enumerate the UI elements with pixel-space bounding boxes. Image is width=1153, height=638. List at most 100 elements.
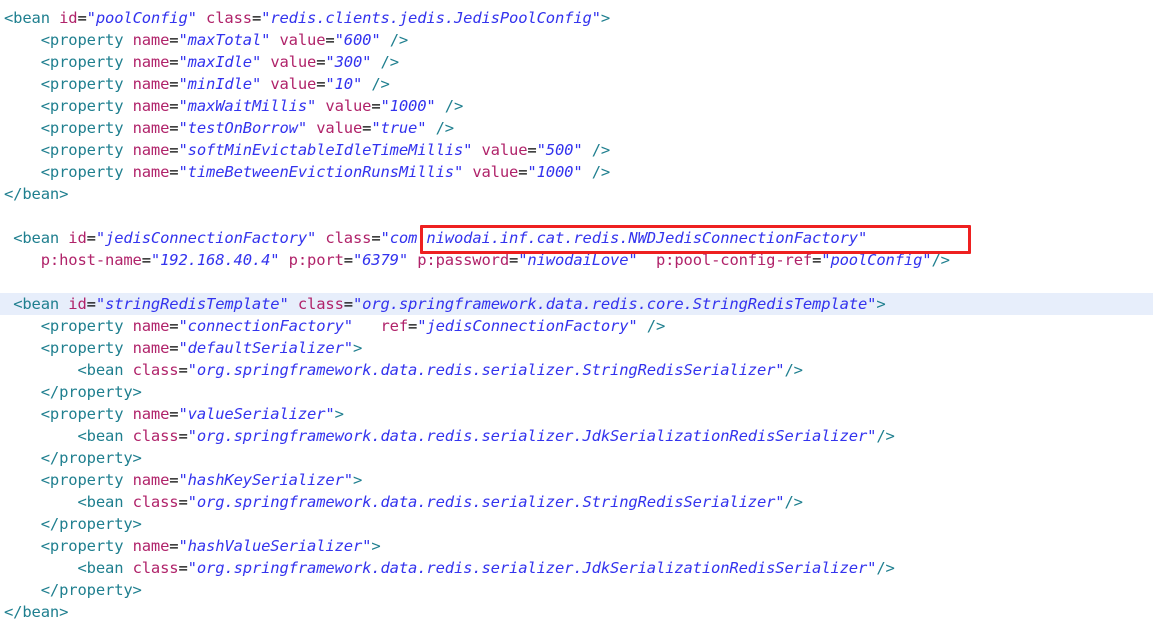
code-editor-view[interactable]: <bean id="poolConfig" class="redis.clien… bbox=[0, 0, 1153, 638]
code-token-val: "com.niwodai.inf.cat.redis.NWDJedisConne… bbox=[380, 229, 868, 247]
code-line[interactable]: <bean class="org.springframework.data.re… bbox=[0, 425, 1153, 447]
code-token-attr: value bbox=[325, 97, 372, 115]
code-line[interactable]: <bean class="org.springframework.data.re… bbox=[0, 359, 1153, 381]
code-token-tag: /> bbox=[444, 97, 464, 115]
code-token-eq bbox=[436, 97, 445, 115]
code-line[interactable]: </bean> bbox=[0, 183, 1153, 205]
code-token-val: "hashKeySerializer" bbox=[178, 471, 353, 489]
code-token-val: "timeBetweenEvictionRunsMillis" bbox=[178, 163, 464, 181]
code-token-attr: name bbox=[132, 471, 170, 489]
code-line[interactable]: <property name="minIdle" value="10" /> bbox=[0, 73, 1153, 95]
code-token-eq bbox=[426, 119, 435, 137]
code-token-tag: /> bbox=[646, 317, 666, 335]
code-token-attr: class bbox=[206, 9, 252, 27]
code-line[interactable]: <property name = "softMinEvictableIdleTime… bbox=[0, 139, 1153, 161]
code-line[interactable]: </property> bbox=[0, 579, 1153, 601]
code-token-eq bbox=[270, 31, 279, 49]
code-token-attr: class bbox=[297, 295, 344, 313]
code-line[interactable]: <property name="maxWaitMillis" value="10… bbox=[0, 95, 1153, 117]
code-token-tag: <property bbox=[40, 31, 133, 49]
code-token-eq: = bbox=[251, 9, 262, 27]
code-line[interactable]: </bean> bbox=[0, 601, 1153, 623]
code-token-val: "niwodaiLove" bbox=[518, 251, 638, 269]
code-token-attr: class bbox=[325, 229, 372, 247]
code-token-eq: = bbox=[86, 229, 96, 247]
code-token-attr: p:port bbox=[288, 251, 344, 269]
code-token-tag: <property bbox=[40, 141, 133, 159]
code-line[interactable]: <property name="testOnBorrow" value="tru… bbox=[0, 117, 1153, 139]
code-line[interactable]: <property name="hashKeySerializer"> bbox=[0, 469, 1153, 491]
code-line[interactable]: <bean id="poolConfig" class="redis.clien… bbox=[0, 7, 1153, 29]
code-token-val: "jedisConnectionFactory" bbox=[95, 229, 317, 247]
code-token-val: "softMinEvictableIdleTimeMillis" bbox=[178, 141, 473, 159]
code-token-val: "stringRedisTemplate" bbox=[95, 295, 289, 313]
code-token-val: "10" bbox=[325, 75, 363, 93]
code-token-val: "maxIdle" bbox=[178, 53, 262, 71]
code-token-val: "maxTotal" bbox=[178, 31, 271, 49]
code-token-tag: <property bbox=[40, 339, 133, 357]
code-line-highlighted[interactable]: <bean id="stringRedisTemplate" class="or… bbox=[0, 293, 1153, 315]
code-token-eq: = bbox=[178, 427, 188, 445]
code-token-val: "org.springframework.data.redis.serializ… bbox=[187, 361, 785, 379]
code-line[interactable]: <property name="defaultSerializer"> bbox=[0, 337, 1153, 359]
code-line[interactable] bbox=[0, 205, 1153, 227]
code-token-attr: value bbox=[316, 119, 363, 137]
code-line[interactable]: </property> bbox=[0, 447, 1153, 469]
code-token-val: "defaultSerializer" bbox=[178, 339, 353, 357]
code-token-eq bbox=[408, 251, 417, 269]
code-line[interactable]: <bean class="org.springframework.data.re… bbox=[0, 557, 1153, 579]
code-line[interactable]: <property name="hashValueSerializer"> bbox=[0, 535, 1153, 557]
code-line[interactable]: <property name="valueSerializer"> bbox=[0, 403, 1153, 425]
code-token-tag: > bbox=[352, 471, 363, 489]
code-token-val: "testOnBorrow" bbox=[178, 119, 308, 137]
code-token-tag: <bean bbox=[77, 559, 133, 577]
code-token-tag: > bbox=[600, 9, 611, 27]
code-token-eq: = bbox=[362, 119, 372, 137]
code-token-attr: id bbox=[68, 295, 87, 313]
code-line[interactable]: </property> bbox=[0, 381, 1153, 403]
code-token-val: "300" bbox=[325, 53, 372, 71]
code-token-eq bbox=[472, 141, 481, 159]
code-token-eq bbox=[583, 163, 592, 181]
code-token-val: "redis.clients.jedis.JedisPoolConfig" bbox=[261, 9, 601, 27]
code-token-tag: <bean bbox=[77, 427, 133, 445]
code-token-attr: name bbox=[132, 31, 170, 49]
code-line[interactable] bbox=[0, 271, 1153, 293]
code-line[interactable]: <property name="maxIdle" value="300" /> bbox=[0, 51, 1153, 73]
code-token-tag: /> bbox=[591, 141, 611, 159]
code-line[interactable]: p:host-name="192.168.40.4" p:port="6379"… bbox=[0, 249, 1153, 271]
code-token-val: "maxWaitMillis" bbox=[178, 97, 317, 115]
code-line[interactable]: <bean id="jedisConnectionFactory" class=… bbox=[0, 227, 1153, 249]
code-token-tag: <property bbox=[40, 163, 133, 181]
code-token-tag: <property bbox=[40, 119, 133, 137]
code-token-eq bbox=[463, 163, 472, 181]
code-token-attr: value bbox=[270, 53, 317, 71]
code-token-attr: class bbox=[132, 427, 179, 445]
code-token-attr: id bbox=[59, 9, 78, 27]
code-token-attr: value bbox=[472, 163, 519, 181]
code-token-eq bbox=[261, 53, 270, 71]
code-line[interactable]: <property name="maxTotal" value="600" /> bbox=[0, 29, 1153, 51]
code-token-eq: = bbox=[178, 493, 188, 511]
code-token-tag: <property bbox=[40, 471, 133, 489]
code-line[interactable]: <property name="timeBetweenEvictionRunsM… bbox=[0, 161, 1153, 183]
code-token-tag: /> bbox=[931, 251, 950, 269]
code-line[interactable]: </property> bbox=[0, 513, 1153, 535]
code-line[interactable]: <property name="connectionFactory" ref="… bbox=[0, 315, 1153, 337]
code-token-val: "valueSerializer" bbox=[178, 405, 335, 423]
code-token-attr: name bbox=[132, 339, 170, 357]
code-token-tag: <bean bbox=[77, 493, 133, 511]
code-token-eq: = bbox=[527, 141, 537, 159]
code-line[interactable]: <bean class="org.springframework.data.re… bbox=[0, 491, 1153, 513]
code-token-eq bbox=[307, 119, 316, 137]
